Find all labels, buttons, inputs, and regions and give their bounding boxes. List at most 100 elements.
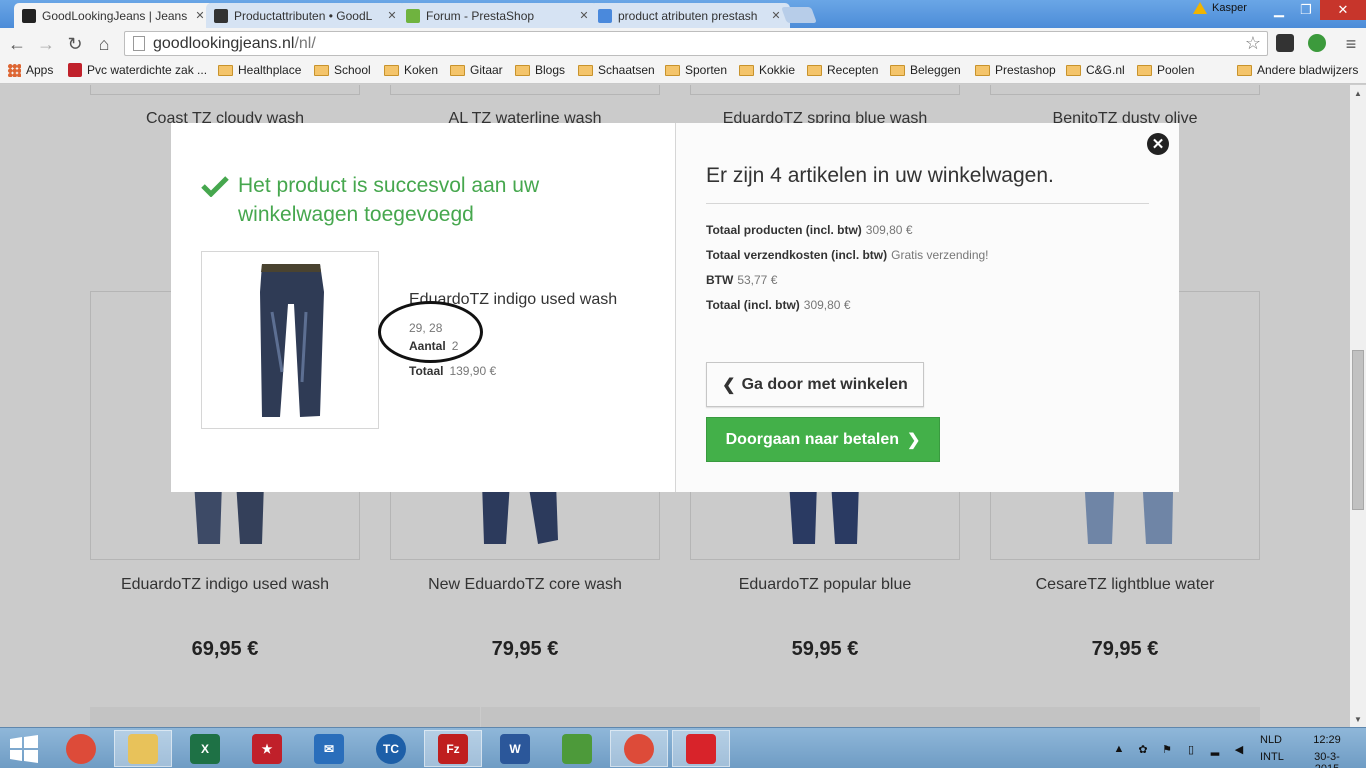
bookmark-pvc[interactable]: Pvc waterdichte zak ... [68,63,207,77]
evernote-tray-icon[interactable]: ✿ [1136,742,1150,756]
home-icon[interactable]: ⌂ [93,33,115,55]
language-code: NLD [1260,734,1283,746]
page-scrollbar[interactable]: ▲ ▼ [1350,85,1366,727]
bookmark-folder-prestashop[interactable]: Prestashop [975,63,1056,77]
address-bar[interactable]: goodlookingjeans.nl /nl/ ☆ [124,31,1268,56]
taskbar-filezilla[interactable]: Fz [424,730,482,767]
bookmark-label: Andere bladwijzers [1257,63,1359,77]
bookmark-folder-school[interactable]: School [314,63,371,77]
close-tab-icon[interactable]: ✕ [578,9,590,22]
bookmark-label: Beleggen [910,63,961,77]
tab-google-search[interactable]: product atributen prestash ✕ [590,3,790,28]
bookmark-folder-cg[interactable]: C&G.nl [1066,63,1125,77]
product-name[interactable]: EduardoTZ indigo used wash [75,576,375,594]
new-tab-button[interactable] [781,7,817,23]
bookmark-folder-other[interactable]: Andere bladwijzers [1237,63,1358,77]
product-price: 79,95 € [491,638,559,660]
bookmark-star-icon[interactable]: ☆ [1245,33,1261,54]
minimize-button[interactable]: ▁ [1265,0,1293,20]
show-hidden-icons-icon[interactable]: ▲ [1112,742,1126,756]
taskbar-evernote[interactable] [548,730,606,767]
clock-date: 30-3-2015 [1314,751,1340,768]
battery-icon[interactable]: ▯ [1184,742,1198,756]
chrome-icon [66,733,96,764]
network-icon[interactable]: ▂ [1208,742,1222,756]
product-card[interactable] [690,85,960,95]
folder-icon [218,64,233,76]
taskbar-pokerstars[interactable]: ★ [238,730,296,767]
restore-button[interactable]: ❐ [1293,0,1319,20]
taskbar-tc[interactable]: TC [362,730,420,767]
continue-shopping-button[interactable]: ❮ Ga door met winkelen [706,362,924,407]
summary-products: Totaal producten (incl. btw) 309,80 € [706,223,913,237]
close-modal-icon[interactable]: ✕ [1147,133,1169,155]
product-name[interactable]: EduardoTZ popular blue [675,576,975,594]
taskbar-chrome[interactable] [52,730,110,767]
folder-icon [515,64,530,76]
reload-icon[interactable]: ↻ [64,33,86,55]
product-name[interactable]: CesareTZ lightblue water [975,576,1275,594]
product-card[interactable] [90,85,360,95]
gmail-extension-icon[interactable] [1276,34,1294,52]
tab-forum-prestashop[interactable]: Forum - PrestaShop ✕ [398,3,598,28]
menu-icon[interactable]: ≡ [1340,33,1362,55]
bookmark-folder-beleggen[interactable]: Beleggen [890,63,961,77]
bookmark-label: Koken [404,63,439,77]
bookmark-apps[interactable]: Apps [8,63,53,77]
tab-goodlookingjeans[interactable]: GoodLookingJeans | Jeans ✕ [14,3,214,28]
bookmark-label: Recepten [827,63,879,77]
volume-icon[interactable]: ◀ [1232,742,1246,756]
taskbar-file-explorer[interactable] [114,730,172,767]
bookmark-folder-sporten[interactable]: Sporten [665,63,727,77]
profile-badge[interactable]: Kasper [1193,2,1247,14]
bookmark-folder-kokkie[interactable]: Kokkie [739,63,795,77]
mail-icon: ✉ [314,733,344,764]
bookmark-folder-healthplace[interactable]: Healthplace [218,63,301,77]
close-tab-icon[interactable]: ✕ [194,9,206,22]
taskbar-mail[interactable]: ✉ [300,730,358,767]
close-tab-icon[interactable]: ✕ [770,9,782,22]
tab-title: Forum - PrestaShop [426,8,535,23]
forward-arrow-icon[interactable]: → [35,33,57,55]
scroll-up-icon[interactable]: ▲ [1350,85,1366,101]
bookmark-folder-blogs[interactable]: Blogs [515,63,565,77]
success-message: Het product is succesvol aan uw winkelwa… [238,174,540,226]
bookmark-folder-poolen[interactable]: Poolen [1137,63,1194,77]
action-center-flag-icon[interactable]: ⚑ [1160,742,1174,756]
windows-start-icon[interactable] [8,734,40,764]
proceed-to-checkout-button[interactable]: Doorgaan naar betalen ❯ [706,417,940,462]
taskbar-word[interactable]: W [486,730,544,767]
close-tab-icon[interactable]: ✕ [386,9,398,22]
bookmark-folder-gitaar[interactable]: Gitaar [450,63,503,77]
product-price: 79,95 € [1091,638,1159,660]
folder-icon [1237,64,1252,76]
clock[interactable]: 12:29 30-3-2015 [1302,734,1352,768]
tab-productattributen[interactable]: Productattributen • GoodL ✕ [206,3,406,28]
close-window-button[interactable]: ✕ [1320,0,1366,20]
bookmark-folder-schaatsen[interactable]: Schaatsen [578,63,655,77]
folder-icon [1137,64,1152,76]
input-language[interactable]: NLD INTL [1260,734,1284,763]
modal-product-panel: Het product is succesvol aan uw winkelwa… [171,123,675,492]
folder-icon [890,64,905,76]
bookmark-label: Healthplace [238,63,302,77]
summary-label: BTW [706,273,734,287]
grammarly-extension-icon[interactable] [1308,34,1326,52]
scroll-down-icon[interactable]: ▼ [1350,711,1366,727]
word-icon: W [500,733,530,764]
product-card[interactable] [390,85,660,95]
taskbar-chrome-active[interactable] [610,730,668,767]
taskbar-creative-cloud[interactable] [672,730,730,767]
scroll-thumb[interactable] [1352,350,1364,510]
tab-title: Productattributen • GoodL [234,8,373,23]
product-card[interactable] [990,85,1260,95]
product-image [201,251,379,429]
bookmark-folder-recepten[interactable]: Recepten [807,63,878,77]
summary-tax: BTW 53,77 € [706,273,777,287]
folder-icon [578,64,593,76]
product-name[interactable]: New EduardoTZ core wash [375,576,675,594]
summary-value: 309,80 € [865,223,913,237]
bookmark-folder-koken[interactable]: Koken [384,63,438,77]
taskbar-excel[interactable]: X [176,730,234,767]
back-arrow-icon[interactable]: ← [6,33,28,55]
